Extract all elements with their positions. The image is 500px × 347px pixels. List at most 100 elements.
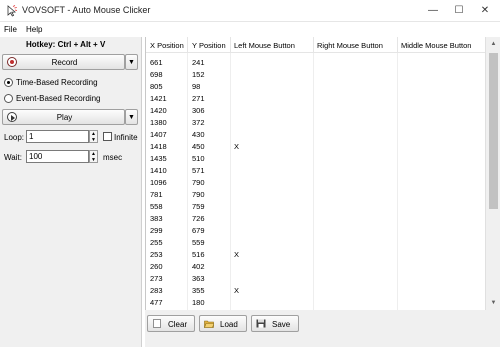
table-row[interactable]: 1096 790 (146, 177, 486, 189)
cell-y: 355 (192, 286, 205, 295)
wait-input[interactable]: 100 (26, 150, 89, 163)
cursor-click-icon (7, 5, 18, 17)
table-row[interactable]: 260 402 (146, 261, 486, 273)
table-row[interactable]: 661 241 (146, 57, 486, 69)
hotkey-label: Hotkey: Ctrl + Alt + V (26, 40, 106, 49)
table-row[interactable]: 698 152 (146, 69, 486, 81)
table-row[interactable]: 805 98 (146, 81, 486, 93)
record-button-label: Record (51, 58, 78, 67)
load-button[interactable]: Load (199, 315, 247, 332)
blank-page-icon (153, 319, 161, 328)
record-dropdown-button[interactable]: ▼ (125, 54, 138, 70)
window-title: VOVSOFT - Auto Mouse Clicker (22, 5, 151, 15)
control-panel: Hotkey: Ctrl + Alt + V Record ▼ Time-Bas… (0, 37, 142, 347)
cell-x: 558 (150, 202, 163, 211)
column-header-right[interactable]: Right Mouse Button (317, 41, 383, 50)
record-icon (7, 57, 17, 67)
table-row[interactable]: 273 363 (146, 273, 486, 285)
clear-button-label: Clear (168, 320, 188, 329)
cell-y: 450 (192, 142, 205, 151)
cell-x: 260 (150, 262, 163, 271)
cell-y: 790 (192, 178, 205, 187)
maximize-button[interactable]: ☐ (446, 0, 472, 22)
cell-y: 790 (192, 190, 205, 199)
cell-y: 306 (192, 106, 205, 115)
table-row[interactable]: 1435 510 (146, 153, 486, 165)
cell-x: 253 (150, 250, 163, 259)
cell-x: 661 (150, 58, 163, 67)
load-button-label: Load (220, 320, 238, 329)
radio-time-indicator[interactable] (4, 78, 13, 87)
recorded-actions-table[interactable]: X Position Y Position Left Mouse Button … (145, 37, 500, 310)
minimize-button[interactable]: — (420, 0, 446, 22)
column-header-middle[interactable]: Middle Mouse Button (401, 41, 471, 50)
wait-unit: msec (103, 153, 123, 162)
table-row[interactable]: 1418 450 X (146, 141, 486, 153)
vertical-scrollbar[interactable]: ▲ ▼ (485, 37, 500, 310)
cell-x: 273 (150, 274, 163, 283)
save-button-label: Save (272, 320, 291, 329)
table-row[interactable]: 283 355 X (146, 285, 486, 297)
cell-y: 679 (192, 226, 205, 235)
menu-file[interactable]: File (4, 25, 17, 34)
cell-x: 1435 (150, 154, 167, 163)
table-row[interactable]: 1410 571 (146, 165, 486, 177)
radio-event-indicator[interactable] (4, 94, 13, 103)
cell-y: 402 (192, 262, 205, 271)
cell-y: 759 (192, 202, 205, 211)
cell-left-button: X (234, 250, 240, 259)
table-row[interactable]: 383 726 (146, 213, 486, 225)
cell-y: 559 (192, 238, 205, 247)
cell-x: 1407 (150, 130, 167, 139)
title-bar: VOVSOFT - Auto Mouse Clicker — ☐ ✕ (0, 0, 500, 22)
cell-x: 283 (150, 286, 163, 295)
play-dropdown-button[interactable]: ▼ (125, 109, 138, 125)
floppy-disk-icon (256, 319, 266, 328)
cell-y: 180 (192, 298, 205, 307)
cell-x: 299 (150, 226, 163, 235)
scroll-thumb[interactable] (489, 53, 498, 209)
clear-button[interactable]: Clear (147, 315, 195, 332)
cell-x: 1418 (150, 142, 167, 151)
play-button[interactable]: Play (2, 109, 125, 125)
table-header: X Position Y Position Left Mouse Button … (146, 37, 486, 53)
cell-x: 781 (150, 190, 163, 199)
table-row[interactable]: 477 180 (146, 297, 486, 309)
table-row[interactable]: 1421 271 (146, 93, 486, 105)
loop-spinner[interactable]: ▲ ▼ (89, 130, 98, 143)
cell-y: 372 (192, 118, 205, 127)
radio-time-label: Time-Based Recording (16, 78, 98, 87)
table-row[interactable]: 1420 306 (146, 105, 486, 117)
table-row[interactable]: 781 790 (146, 189, 486, 201)
column-header-left[interactable]: Left Mouse Button (234, 41, 295, 50)
table-row[interactable]: 1407 430 (146, 129, 486, 141)
record-button[interactable]: Record (2, 54, 125, 70)
loop-input[interactable]: 1 (26, 130, 89, 143)
table-row[interactable]: 1380 372 (146, 117, 486, 129)
cell-x: 255 (150, 238, 163, 247)
infinite-label: Infinite (114, 133, 138, 142)
infinite-checkbox[interactable] (103, 132, 112, 141)
table-row[interactable]: 253 516 X (146, 249, 486, 261)
table-row[interactable]: 299 679 (146, 225, 486, 237)
cell-y: 726 (192, 214, 205, 223)
menu-help[interactable]: Help (26, 25, 42, 34)
column-header-y[interactable]: Y Position (192, 41, 226, 50)
cell-y: 571 (192, 166, 205, 175)
cell-x: 383 (150, 214, 163, 223)
save-button[interactable]: Save (251, 315, 299, 332)
table-row[interactable]: 255 559 (146, 237, 486, 249)
scroll-down-icon[interactable]: ▼ (486, 296, 500, 310)
cell-x: 1410 (150, 166, 167, 175)
bottom-toolbar: Clear Load Save (145, 310, 500, 347)
close-button[interactable]: ✕ (472, 0, 498, 22)
wait-spinner[interactable]: ▲ ▼ (89, 150, 98, 163)
loop-label: Loop: (4, 133, 25, 142)
column-header-x[interactable]: X Position (150, 41, 184, 50)
cell-x: 477 (150, 298, 163, 307)
play-button-label: Play (56, 113, 73, 122)
cell-left-button: X (234, 286, 240, 295)
cell-y: 510 (192, 154, 205, 163)
table-row[interactable]: 558 759 (146, 201, 486, 213)
scroll-up-icon[interactable]: ▲ (486, 37, 500, 51)
